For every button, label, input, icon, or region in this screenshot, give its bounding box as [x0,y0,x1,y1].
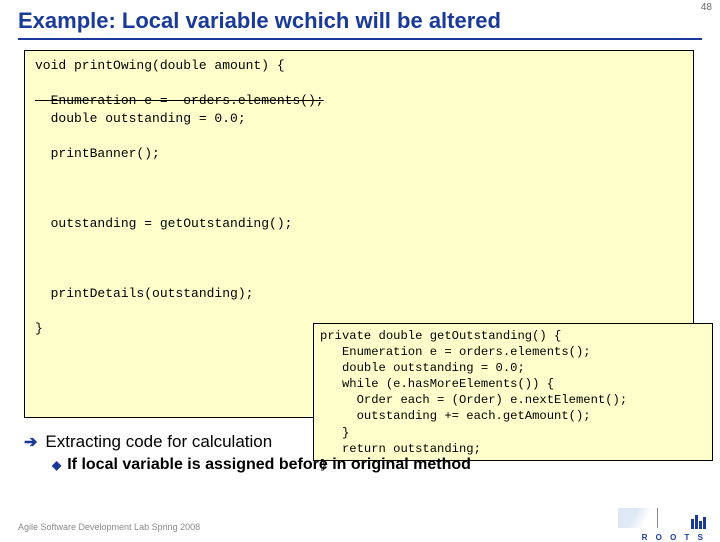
code-line: } [35,321,43,336]
bullet-list: ➔ Extracting code for calculation ◆ If l… [24,432,694,474]
code-box-outer: void printOwing(double amount) { Enumera… [24,50,694,418]
page-number: 48 [701,2,712,13]
roots-text: R O O T S [642,533,706,542]
slide: 48 Example: Local variable wchich will b… [0,0,720,540]
university-logo-icon [618,508,658,528]
diamond-icon: ◆ [52,458,61,472]
bullet-text: If local variable is assigned before in … [67,456,471,474]
slide-title: Example: Local variable wchich will be a… [18,8,501,34]
inner-line: Order each = (Order) e.nextElement(); [320,393,627,407]
inner-line: outstanding += each.getAmount(); [320,409,591,423]
logo-bars-icon [690,515,706,534]
arrow-icon: ➔ [24,432,37,452]
bullet-level-1: ➔ Extracting code for calculation [24,432,694,452]
code-line: double outstanding = 0.0; [35,111,246,126]
footer-text: Agile Software Development Lab Spring 20… [18,522,200,532]
bullet-level-2: ◆ If local variable is assigned before i… [52,456,694,474]
code-line: void printOwing(double amount) { [35,58,285,73]
code-line: outstanding = getOutstanding(); [35,216,292,231]
inner-line: private double getOutstanding() { [320,329,561,343]
code-line-struck: Enumeration e = orders.elements(); [35,93,324,108]
roots-logo [690,515,706,534]
bullet-text: Extracting code for calculation [45,432,272,452]
title-underline [18,38,702,40]
inner-line: double outstanding = 0.0; [320,361,525,375]
inner-line: Enumeration e = orders.elements(); [320,345,591,359]
code-line: printDetails(outstanding); [35,286,253,301]
code-line: printBanner(); [35,146,160,161]
code-block: void printOwing(double amount) { Enumera… [25,51,693,344]
inner-line: while (e.hasMoreElements()) { [320,377,554,391]
